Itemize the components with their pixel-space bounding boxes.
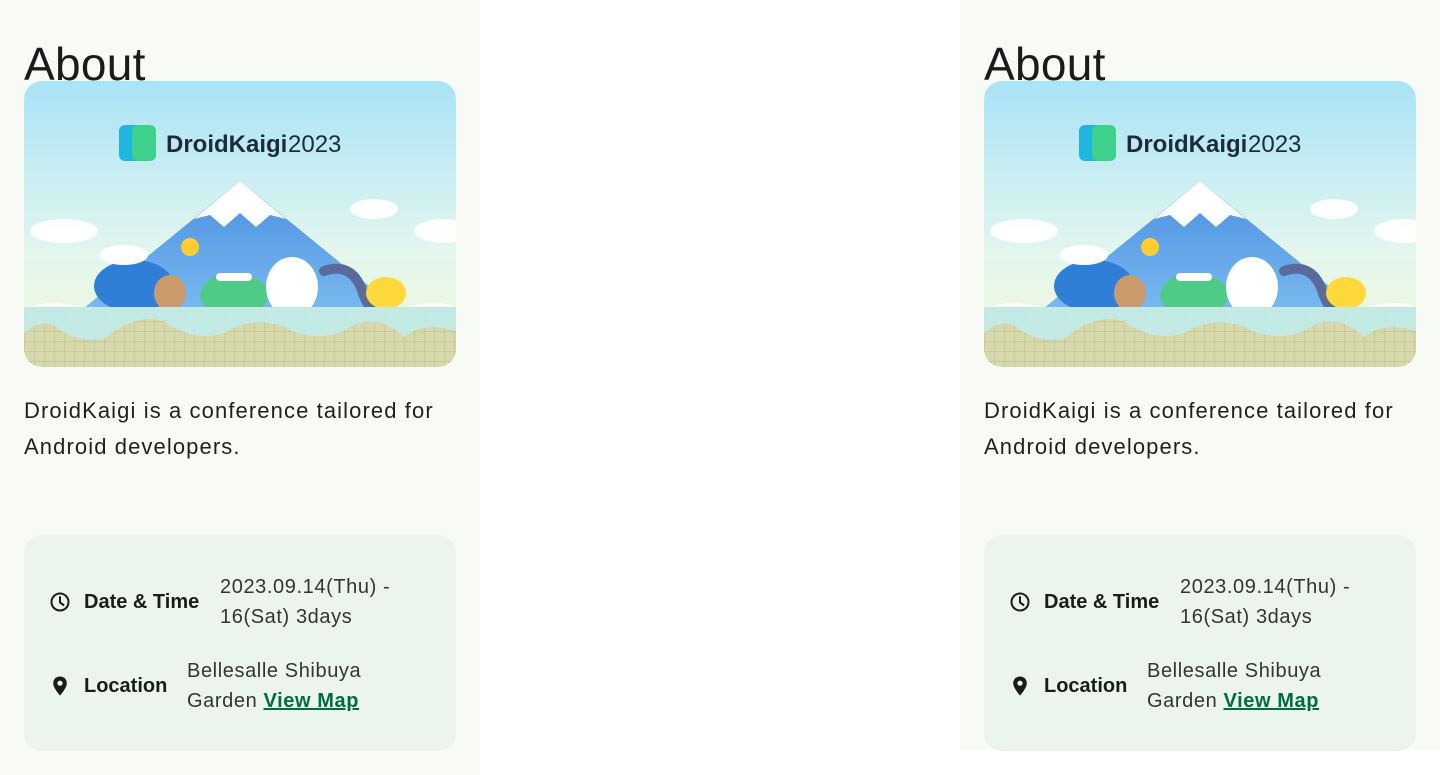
date-line-2: 16(Sat) 3days bbox=[220, 606, 353, 628]
page-title: About bbox=[24, 38, 146, 90]
banner-logo-text: DroidKaigi bbox=[1126, 131, 1247, 158]
view-map-link[interactable]: View Map bbox=[1223, 690, 1319, 712]
conference-description: DroidKaigi is a conference tailored for … bbox=[984, 398, 1394, 459]
droidkaigi-logo-icon bbox=[1079, 125, 1116, 161]
location-line-2: Garden bbox=[187, 690, 258, 712]
location-pin-icon bbox=[53, 676, 67, 696]
location-label: Location bbox=[84, 674, 168, 697]
conference-description: DroidKaigi is a conference tailored for … bbox=[24, 398, 434, 459]
location-line-1: Bellesalle Shibuya bbox=[187, 660, 362, 682]
droidkaigi-banner: DroidKaigi 2023 bbox=[984, 81, 1416, 367]
clock-icon bbox=[50, 592, 70, 612]
date-line-1: 2023.09.14(Thu) - bbox=[220, 576, 391, 598]
location-row: Location bbox=[1008, 671, 1127, 701]
event-info-card: Date & Time 2023.09.14(Thu) - 16(Sat) 3d… bbox=[984, 535, 1416, 751]
location-label: Location bbox=[1044, 674, 1128, 697]
about-panel-left: About DroidKaigi 2023 DroidKaigi is a co… bbox=[0, 0, 480, 775]
date-time-value: 2023.09.14(Thu) - 16(Sat) 3days bbox=[220, 572, 420, 632]
about-panel-right: About DroidKaigi 2023 DroidKaigi is a co… bbox=[960, 0, 1440, 751]
date-time-row: Date & Time bbox=[1008, 587, 1159, 617]
location-line-2: Garden bbox=[1147, 690, 1218, 712]
date-time-label: Date & Time bbox=[84, 590, 200, 613]
event-info-card: Date & Time 2023.09.14(Thu) - 16(Sat) 3d… bbox=[24, 535, 456, 751]
location-value: Bellesalle Shibuya Garden View Map bbox=[1147, 656, 1367, 716]
clock-icon bbox=[1010, 592, 1030, 612]
banner-logo-text: DroidKaigi bbox=[166, 131, 287, 158]
date-line-1: 2023.09.14(Thu) - bbox=[1180, 576, 1351, 598]
date-time-value: 2023.09.14(Thu) - 16(Sat) 3days bbox=[1180, 572, 1380, 632]
droidkaigi-logo-icon bbox=[119, 125, 156, 161]
date-time-label: Date & Time bbox=[1044, 590, 1160, 613]
date-time-row: Date & Time bbox=[48, 587, 199, 617]
banner-logo-year: 2023 bbox=[1248, 131, 1301, 158]
date-line-2: 16(Sat) 3days bbox=[1180, 606, 1313, 628]
view-map-link[interactable]: View Map bbox=[263, 690, 359, 712]
location-pin-icon bbox=[1013, 676, 1027, 696]
droidkaigi-banner: DroidKaigi 2023 bbox=[24, 81, 456, 367]
location-row: Location bbox=[48, 671, 167, 701]
location-value: Bellesalle Shibuya Garden View Map bbox=[187, 656, 407, 716]
page-title: About bbox=[984, 38, 1106, 90]
banner-logo-year: 2023 bbox=[288, 131, 341, 158]
location-line-1: Bellesalle Shibuya bbox=[1147, 660, 1322, 682]
